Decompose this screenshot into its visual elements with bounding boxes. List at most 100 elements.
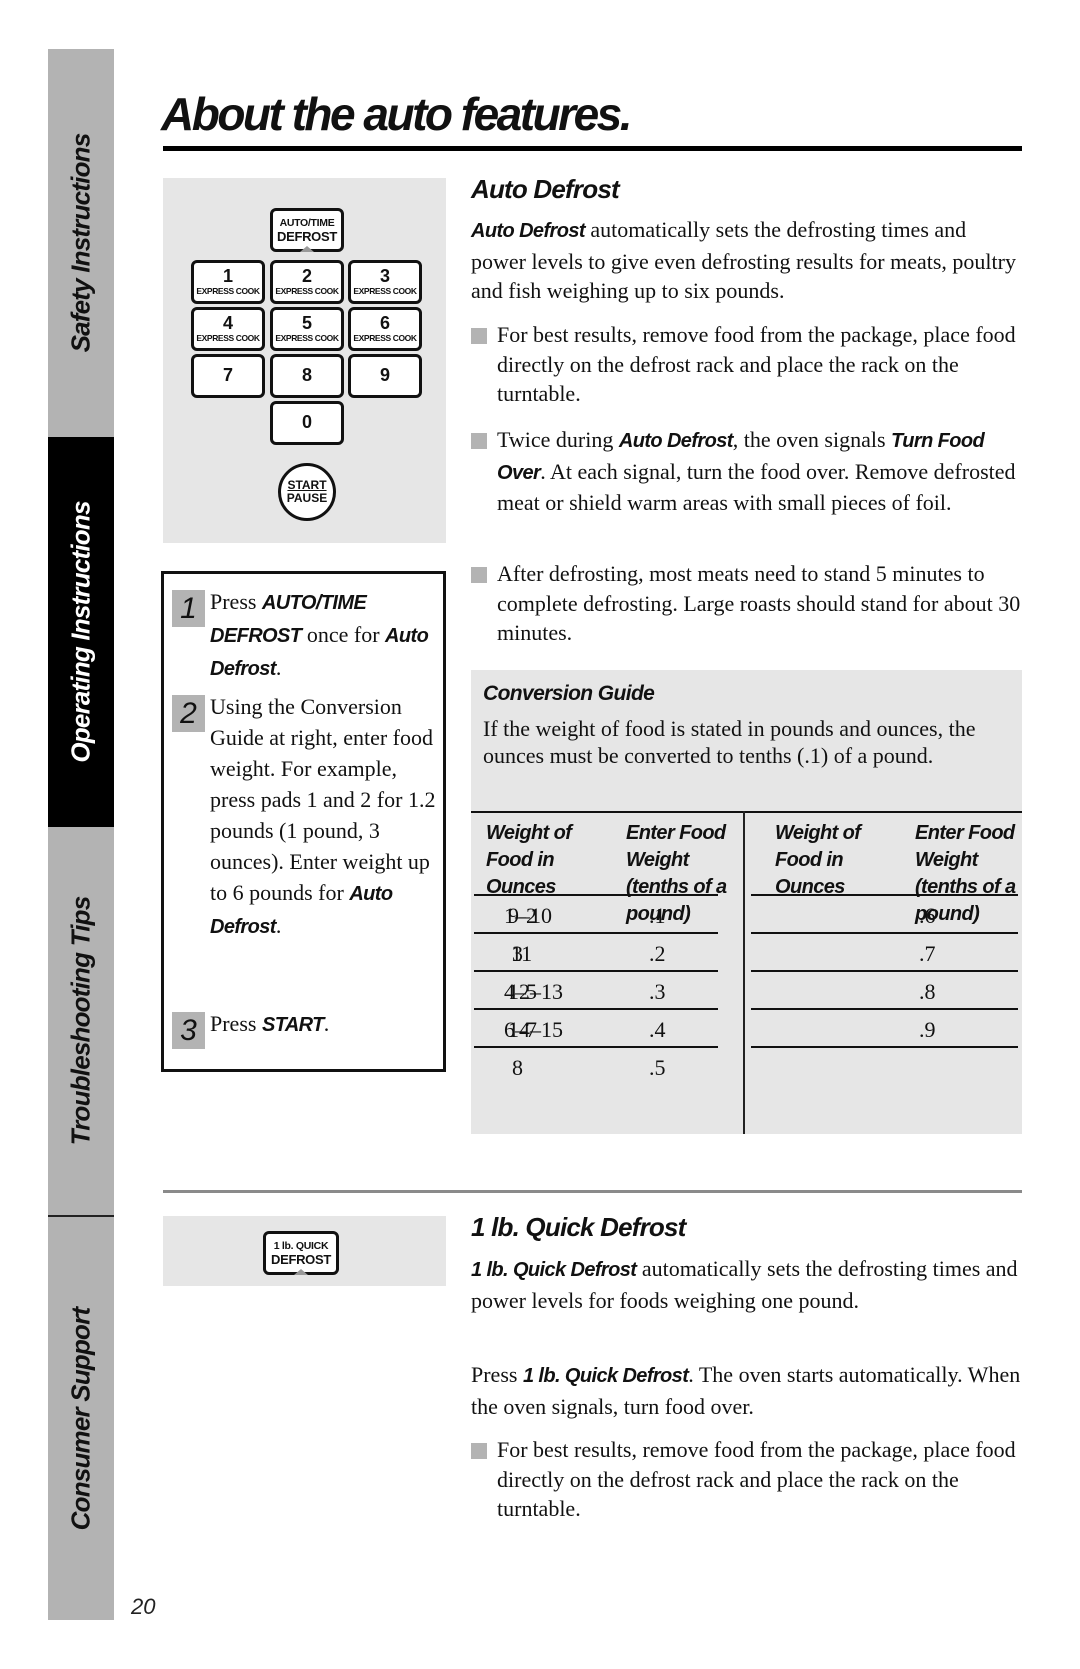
bullet-text: After defrosting, most meats need to sta… — [497, 559, 1026, 648]
text-run: Press — [210, 1011, 262, 1036]
key-number: 2 — [301, 266, 312, 286]
number-key-0: 0 — [270, 401, 344, 445]
text-run: Twice during — [497, 427, 619, 452]
header-enter-weight-left: Enter Food Weight (tenths of a pound) — [626, 822, 727, 925]
sidebar-tab-operating-instructions[interactable]: Operating Instructions — [48, 437, 114, 827]
header-weight-ounces-right: Weight of Food in Ounces — [775, 822, 861, 898]
text-run: After defrosting, most meats need to sta… — [497, 561, 1021, 645]
indicator-triangle-icon — [294, 1269, 308, 1275]
page-number: 20 — [131, 1594, 156, 1619]
bullet-text: Twice during Auto Defrost, the oven sign… — [497, 425, 1026, 518]
key-number: 5 — [301, 313, 312, 333]
bullet-text: For best results, remove food from the p… — [497, 1437, 1016, 1521]
auto-time-defrost-key: AUTO/TIME DEFROST — [270, 208, 344, 252]
number-key-2: 2 EXPRESS COOK — [270, 260, 344, 304]
quick-defrost-key: 1 lb. QUICK DEFROST — [263, 1231, 339, 1275]
text-run: . — [275, 655, 282, 680]
number-key-5: 5 EXPRESS COOK — [270, 307, 344, 351]
indicator-triangle-icon — [300, 246, 314, 252]
cell-ounces: 12–13 — [508, 979, 563, 1004]
number-key-3: 3 EXPRESS COOK — [348, 260, 422, 304]
conversion-guide-text: If the weight of food is stated in pound… — [483, 716, 976, 768]
start-pause-key: START PAUSE — [278, 463, 336, 521]
table-row-rule — [474, 1046, 718, 1048]
text-run: For best results, remove food from the p… — [497, 322, 1016, 406]
cell-tenths: .5 — [649, 1055, 666, 1080]
text-run: , the oven signals — [732, 427, 892, 452]
number-key-1: 1 EXPRESS COOK — [191, 260, 265, 304]
table-row-rule — [751, 894, 1018, 896]
number-key-8: 8 — [270, 354, 344, 398]
sidebar-tab-safety-instructions[interactable]: Safety Instructions — [48, 49, 114, 437]
bullet-item: Twice during Auto Defrost, the oven sign… — [471, 425, 1026, 518]
bold-run: START — [261, 1014, 324, 1036]
text-run: Press — [210, 589, 262, 614]
cell-ounces: 11 — [511, 941, 533, 966]
cell-tenths: .4 — [649, 1017, 666, 1042]
quick-defrost-illustration: 1 lb. QUICK DEFROST — [163, 1216, 446, 1286]
sidebar-tab-label: Troubleshooting Tips — [65, 896, 96, 1146]
table-row-rule — [474, 932, 718, 934]
conversion-guide: Conversion Guide If the weight of food i… — [471, 670, 1022, 1134]
key-sublabel: EXPRESS COOK — [353, 286, 417, 296]
text-run: Using the Conversion Guide at right, ent… — [210, 694, 436, 905]
table-row-rule — [474, 894, 718, 896]
table-column-divider — [743, 811, 745, 1134]
key-label: DEFROST — [270, 1252, 331, 1267]
key-number: 3 — [379, 266, 390, 286]
bold-run: Auto Defrost — [618, 430, 734, 452]
bullet-square-icon — [471, 433, 487, 449]
key-number: 9 — [379, 365, 390, 385]
section-divider — [163, 1190, 1022, 1193]
table-row-rule — [751, 1008, 1018, 1010]
text-run: . At each signal, turn the food over. Re… — [497, 458, 1016, 516]
key-number: 7 — [222, 365, 233, 385]
step-number: 3 — [172, 1012, 205, 1049]
number-key-6: 6 EXPRESS COOK — [348, 307, 422, 351]
intro-bold: 1 lb. Quick Defrost — [471, 1259, 637, 1281]
table-row-rule — [751, 970, 1018, 972]
sidebar-tab-troubleshooting-tips[interactable]: Troubleshooting Tips — [48, 827, 114, 1215]
key-label: DEFROST — [276, 229, 337, 244]
page-title: About the auto features. — [161, 88, 633, 140]
bullet-square-icon — [471, 567, 487, 583]
press-bold: 1 lb. Quick Defrost — [522, 1365, 689, 1387]
auto-defrost-intro: Auto Defrost automatically sets the defr… — [471, 215, 1026, 306]
key-sublabel: EXPRESS COOK — [196, 286, 260, 296]
keypad-illustration: AUTO/TIME DEFROST 1 EXPRESS COOK 2 EXPRESS … — [163, 178, 446, 543]
table-row-rule — [751, 932, 1018, 934]
quick-defrost-intro: 1 lb. Quick Defrost automatically sets t… — [471, 1254, 1026, 1315]
table-row-rule — [751, 1046, 1018, 1048]
cell-ounces: 8 — [512, 1055, 523, 1080]
step-text: Using the Conversion Guide at right, ent… — [210, 691, 440, 943]
cell-tenths: .8 — [919, 979, 936, 1004]
cell-tenths: .7 — [919, 941, 936, 966]
title-rule — [163, 146, 1022, 151]
number-key-7: 7 — [191, 354, 265, 398]
conversion-guide-heading: Conversion Guide — [483, 682, 655, 705]
sidebar-tab-consumer-support[interactable]: Consumer Support — [48, 1217, 114, 1620]
step-number: 2 — [172, 695, 205, 732]
pause-label: PAUSE — [286, 491, 328, 505]
key-number: 6 — [379, 313, 390, 333]
number-key-4: 4 EXPRESS COOK — [191, 307, 265, 351]
table-top-rule — [471, 811, 1022, 813]
step-number: 1 — [172, 590, 205, 627]
step-text: Press START. — [210, 1008, 440, 1041]
table-row-rule — [474, 1008, 718, 1010]
key-number: 0 — [301, 412, 312, 432]
sidebar-tab-label: Consumer Support — [65, 1307, 96, 1530]
cell-tenths: .2 — [649, 941, 666, 966]
bullet-item: After defrosting, most meats need to sta… — [471, 559, 1026, 648]
sidebar-tab-label: Safety Instructions — [65, 133, 96, 353]
bullet-text: For best results, remove food from the p… — [497, 320, 1026, 409]
key-number: 4 — [222, 313, 233, 333]
key-number: 8 — [301, 365, 312, 385]
cell-ounces: 14–15 — [508, 1017, 563, 1042]
auto-defrost-heading: Auto Defrost — [471, 174, 620, 204]
key-sublabel: EXPRESS COOK — [196, 333, 260, 343]
bullet-item: For best results, remove food from the p… — [471, 1435, 1026, 1524]
text-run: once for — [301, 622, 386, 647]
quick-defrost-press: Press 1 lb. Quick Defrost. The oven star… — [471, 1360, 1036, 1421]
press-text: Press — [471, 1362, 523, 1387]
